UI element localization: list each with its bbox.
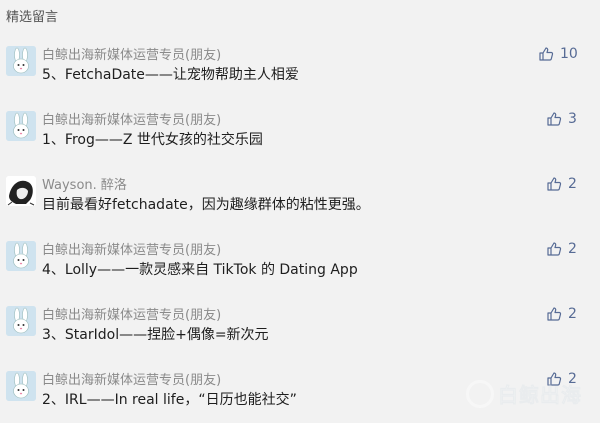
bunny-avatar-icon <box>6 371 36 401</box>
comment-item: Wayson. 醉洛 目前最看好fetchadate，因为趣缘群体的粘性更强。 … <box>0 172 600 228</box>
avatar[interactable] <box>6 371 36 401</box>
avatar[interactable] <box>6 306 36 336</box>
thumbs-up-icon <box>547 112 562 126</box>
thumbs-up-icon <box>547 372 562 386</box>
like-button[interactable]: 2 <box>546 174 577 194</box>
avatar[interactable] <box>6 46 36 76</box>
comment-item: 白鲸出海新媒体运营专员(朋友) 3、StarIdol——捏脸+偶像=新次元 2 <box>0 302 600 358</box>
like-button[interactable]: 2 <box>546 239 577 259</box>
comment-content: 目前最看好fetchadate，因为趣缘群体的粘性更强。 <box>42 197 370 213</box>
like-button[interactable]: 10 <box>538 44 578 64</box>
like-button[interactable]: 2 <box>546 369 577 389</box>
like-button[interactable]: 3 <box>546 109 577 129</box>
comment-item: 白鲸出海新媒体运营专员(朋友) 4、Lolly——一款灵感来自 TikTok 的… <box>0 237 600 293</box>
comment-item: 白鲸出海新媒体运营专员(朋友) 5、FetchaDate——让宠物帮助主人相爱 … <box>0 42 600 98</box>
bunny-avatar-icon <box>6 306 36 336</box>
thumbs-up-icon <box>547 177 562 191</box>
bunny-avatar-icon <box>6 241 36 271</box>
avatar[interactable] <box>6 176 36 206</box>
thumbs-up-icon <box>539 47 554 61</box>
comment-author[interactable]: 白鲸出海新媒体运营专员(朋友) <box>42 109 221 128</box>
comment-item: 白鲸出海新媒体运营专员(朋友) 2、IRL——In real life，“日历也… <box>0 367 600 423</box>
comment-content: 3、StarIdol——捏脸+偶像=新次元 <box>42 327 269 343</box>
comment-content: 5、FetchaDate——让宠物帮助主人相爱 <box>42 67 299 83</box>
like-button[interactable]: 2 <box>546 304 577 324</box>
comment-author[interactable]: 白鲸出海新媒体运营专员(朋友) <box>42 44 221 63</box>
bunny-avatar-icon <box>6 111 36 141</box>
avatar[interactable] <box>6 241 36 271</box>
like-count: 3 <box>568 111 577 127</box>
like-count: 2 <box>568 176 577 192</box>
bunny-avatar-icon <box>6 46 36 76</box>
sketch-avatar-icon <box>6 176 36 206</box>
comment-author[interactable]: 白鲸出海新媒体运营专员(朋友) <box>42 369 221 388</box>
like-count: 10 <box>560 46 578 62</box>
comment-author[interactable]: 白鲸出海新媒体运营专员(朋友) <box>42 304 221 323</box>
thumbs-up-icon <box>547 242 562 256</box>
comment-author[interactable]: 白鲸出海新媒体运营专员(朋友) <box>42 239 221 258</box>
like-count: 2 <box>568 306 577 322</box>
comment-author[interactable]: Wayson. 醉洛 <box>42 174 127 193</box>
comment-content: 4、Lolly——一款灵感来自 TikTok 的 Dating App <box>42 262 358 278</box>
thumbs-up-icon <box>547 307 562 321</box>
like-count: 2 <box>568 371 577 387</box>
comment-content: 1、Frog——Z 世代女孩的社交乐园 <box>42 132 263 148</box>
like-count: 2 <box>568 241 577 257</box>
avatar[interactable] <box>6 111 36 141</box>
comment-content: 2、IRL——In real life，“日历也能社交” <box>42 392 297 408</box>
comment-item: 白鲸出海新媒体运营专员(朋友) 1、Frog——Z 世代女孩的社交乐园 3 <box>0 107 600 163</box>
section-title: 精选留言 <box>6 10 59 25</box>
